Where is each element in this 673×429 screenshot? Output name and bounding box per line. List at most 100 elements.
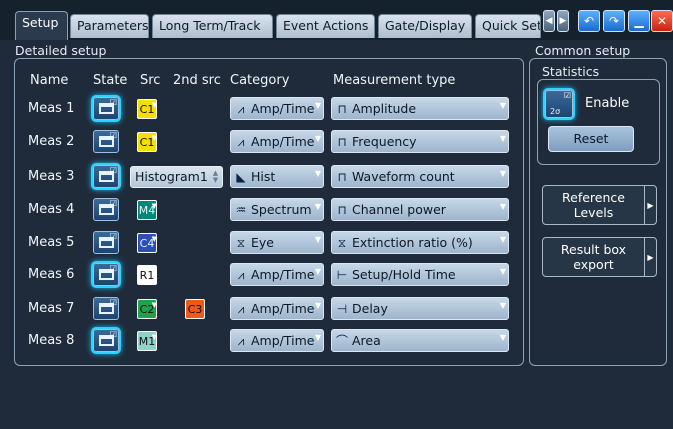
category-dropdown[interactable]: ⩘ Amp/Time ▼ [230, 130, 324, 153]
state-toggle[interactable]: ☑ [93, 130, 119, 153]
dropdown-caret-icon: ▼ [151, 235, 157, 243]
histogram-source-select[interactable]: Histogram1 ▲ ▼ [130, 166, 223, 188]
measurement-type-dropdown[interactable]: ⧖ Extinction ratio (%) ▼ [331, 231, 509, 254]
reference-levels-line2: Levels [573, 205, 614, 220]
measurement-type-dropdown[interactable]: ⊓ Frequency ▼ [331, 130, 509, 153]
dropdown-caret-icon: ▼ [151, 202, 157, 210]
eye-icon: ⧖ [236, 236, 246, 250]
category-dropdown[interactable]: ⩘ Amp/Time ▼ [230, 97, 324, 120]
spinner-icon[interactable]: ▲ ▼ [211, 170, 220, 184]
spectrum-icon: ♒ [235, 203, 247, 217]
enable-label: Enable [585, 96, 630, 111]
category-value: Spectrum [251, 202, 312, 217]
dropdown-caret-icon: ▼ [151, 134, 157, 142]
tab-parameters[interactable]: Parameters [70, 14, 149, 38]
measurement-type-value: Area [352, 333, 381, 348]
measurement-type-value: Amplitude [352, 101, 417, 116]
measurement-type-dropdown[interactable]: ⊓ Amplitude ▼ [331, 97, 509, 120]
state-toggle[interactable]: ☑ [93, 198, 119, 221]
tab-label: Long Term/Track [159, 18, 261, 33]
column-header-name: Name [30, 73, 69, 88]
tab-quick-set[interactable]: Quick Set [475, 14, 541, 38]
source-button[interactable]: R1 ▼ [137, 265, 157, 285]
tab-event-actions[interactable]: Event Actions [276, 14, 375, 38]
state-toggle[interactable]: ☑ [93, 231, 119, 254]
statistics-enable-toggle[interactable]: ☑ 2σ [545, 90, 573, 118]
delay-icon: ⊣ [336, 302, 348, 316]
measurement-type-value: Setup/Hold Time [352, 267, 456, 282]
dropdown-caret-icon: ▼ [499, 202, 506, 211]
measurement-name: Meas 6 [28, 267, 75, 282]
area-icon: ⌒ [335, 334, 348, 348]
amp-time-icon: ⩘ [237, 334, 245, 348]
dropdown-caret-icon: ▼ [151, 267, 157, 275]
state-toggle[interactable]: ☑ [93, 97, 119, 120]
amp-time-icon: ⩘ [237, 302, 245, 316]
detailed-setup-title: Detailed setup [15, 43, 107, 58]
toggle-indicator-icon: ☑ [109, 232, 117, 241]
histogram-source-value: Histogram1 [135, 169, 208, 184]
column-header-state: State [93, 73, 128, 88]
dropdown-caret-icon: ▼ [499, 301, 506, 310]
measurement-name: Meas 3 [28, 169, 75, 184]
category-dropdown[interactable]: ◣ Hist ▼ [230, 165, 324, 188]
redo-icon[interactable]: ↷ [603, 10, 625, 32]
measurement-type-dropdown[interactable]: ⊓ Channel power ▼ [331, 198, 509, 221]
undo-icon[interactable]: ↶ [578, 10, 600, 32]
dropdown-caret-icon: ▼ [314, 134, 321, 143]
minimize-icon[interactable]: ▁ [628, 10, 650, 32]
category-dropdown[interactable]: ⧖ Eye ▼ [230, 231, 324, 254]
measurement-type-value: Extinction ratio (%) [352, 235, 473, 250]
category-dropdown[interactable]: ⩘ Amp/Time ▼ [230, 297, 324, 320]
state-toggle[interactable]: ☑ [93, 165, 119, 188]
statistics-title: Statistics [542, 64, 600, 79]
result-box-line1: Result box [560, 242, 627, 257]
reference-levels-button[interactable]: Reference Levels ▶ [542, 185, 657, 225]
tab-label: Event Actions [283, 18, 369, 33]
result-box-line2: export [573, 257, 614, 272]
toggle-indicator-icon: ☑ [109, 264, 117, 273]
second-source-button[interactable]: C3 [185, 299, 205, 319]
source-button[interactable]: C1 ▼ [137, 99, 157, 119]
scroll-left-icon[interactable]: ◀ [543, 10, 555, 32]
common-setup-title: Common setup [535, 43, 631, 58]
category-value: Amp/Time [251, 301, 315, 316]
dropdown-caret-icon: ▼ [314, 101, 321, 110]
source-button[interactable]: M4 ▼ [137, 200, 157, 220]
measurement-type-dropdown[interactable]: ⊢ Setup/Hold Time ▼ [331, 263, 509, 286]
measurement-type-value: Waveform count [352, 169, 455, 184]
source-button[interactable]: M1 ▼ [137, 331, 157, 351]
state-toggle[interactable]: ☑ [93, 263, 119, 286]
category-value: Hist [251, 169, 276, 184]
category-dropdown[interactable]: ⩘ Amp/Time ▼ [230, 329, 324, 352]
source-button[interactable]: C1 ▼ [137, 132, 157, 152]
state-toggle[interactable]: ☑ [93, 297, 119, 320]
state-toggle[interactable]: ☑ [93, 329, 119, 352]
measurement-type-dropdown[interactable]: ⌒ Area ▼ [331, 329, 509, 352]
category-value: Amp/Time [251, 101, 315, 116]
scroll-right-icon[interactable]: ▶ [557, 10, 569, 32]
measurement-type-dropdown[interactable]: ⊣ Delay ▼ [331, 297, 509, 320]
close-icon[interactable]: ✕ [651, 10, 673, 32]
amp-time-icon: ⩘ [237, 102, 245, 116]
source-button[interactable]: C4 ▼ [137, 233, 157, 253]
measurement-name: Meas 1 [28, 101, 75, 116]
toggle-indicator-icon: ☑ [109, 298, 117, 307]
reference-levels-line1: Reference [562, 190, 625, 205]
reset-button[interactable]: Reset [548, 126, 634, 152]
dropdown-caret-icon: ▼ [499, 333, 506, 342]
category-value: Amp/Time [251, 267, 315, 282]
measurement-type-dropdown[interactable]: ⊓ Waveform count ▼ [331, 165, 509, 188]
column-header-2nd-src: 2nd src [173, 73, 221, 88]
category-dropdown[interactable]: ♒ Spectrum ▼ [230, 198, 324, 221]
dropdown-caret-icon: ▼ [314, 333, 321, 342]
toggle-indicator-icon: ☑ [563, 91, 571, 100]
category-dropdown[interactable]: ⩘ Amp/Time ▼ [230, 263, 324, 286]
tab-setup[interactable]: Setup [15, 11, 68, 40]
tab-long-term-track[interactable]: Long Term/Track [152, 14, 273, 38]
source-button[interactable]: C2 ▼ [137, 299, 157, 319]
dropdown-caret-icon: ▼ [499, 101, 506, 110]
tab-gate-display[interactable]: Gate/Display [378, 14, 472, 38]
tab-label: Gate/Display [385, 18, 466, 33]
result-box-export-button[interactable]: Result box export ▶ [542, 237, 657, 277]
